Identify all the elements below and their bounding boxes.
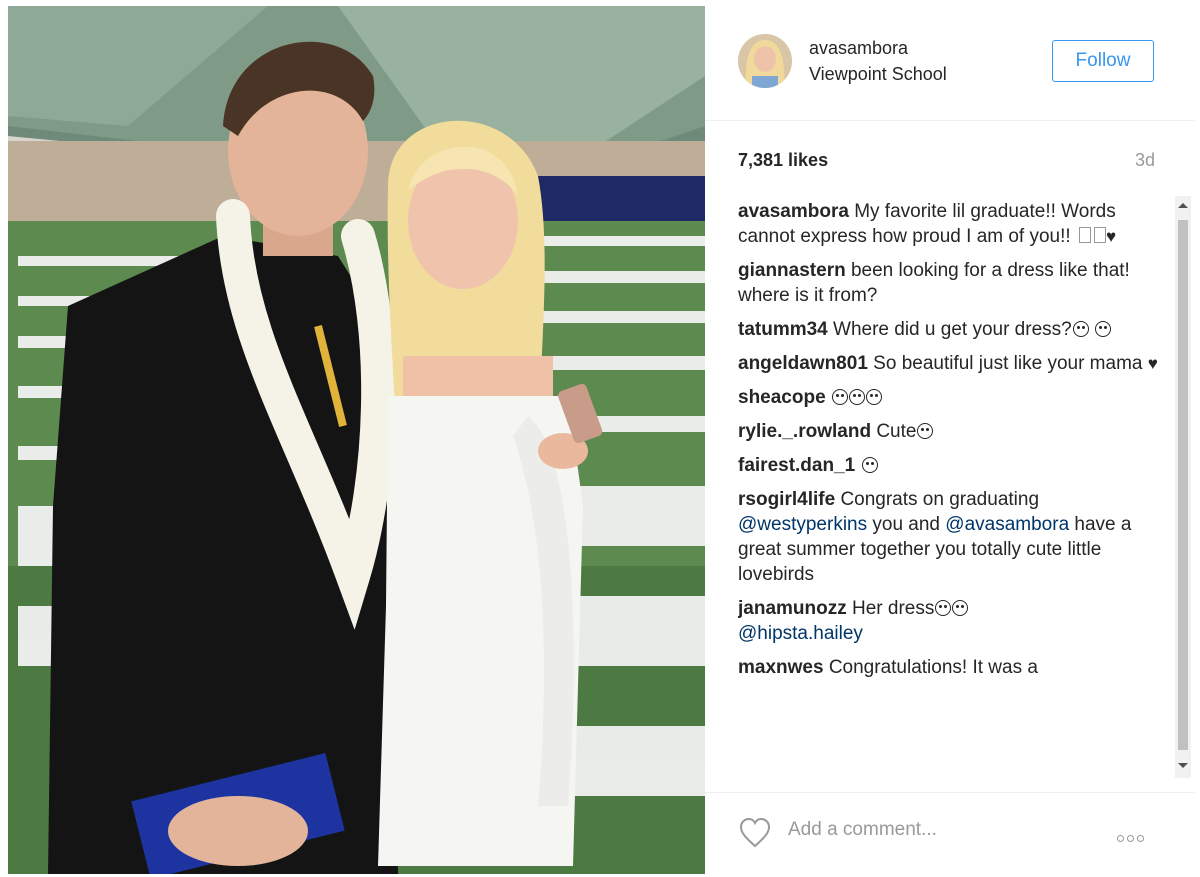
more-dot [1117,835,1124,842]
comment-username[interactable]: rylie._.rowland [738,421,871,442]
post-footer [705,792,1195,873]
heart-emoji-icon: ♥ [1105,227,1117,246]
smiley-emoji-icon [865,389,882,405]
comment-username[interactable]: tatumm34 [738,319,828,340]
comment-text: Cute [876,421,917,442]
post-username[interactable]: avasambora [809,38,908,59]
comment: avasambora My favorite lil graduate!! Wo… [738,199,1168,249]
photo-illustration [8,6,705,874]
mention-link[interactable]: @hipsta.hailey [738,623,863,644]
comment-text: Congrats on graduating [840,489,1040,510]
more-dot [1137,835,1144,842]
comment: fairest.dan_1 [738,453,1168,478]
comment: rsogirl4life Congrats on graduating @wes… [738,487,1168,587]
comment-username[interactable]: rsogirl4life [738,489,835,510]
comment-text: Her dress [852,598,935,619]
comment: janamunozz Her dress @hipsta.hailey [738,596,1168,646]
post-photo[interactable] [8,6,705,874]
more-dot [1127,835,1134,842]
comment-text: Where did u get your dress? [833,319,1072,340]
smiley-emoji-icon [1095,321,1111,337]
comment: giannastern been looking for a dress lik… [738,258,1168,308]
add-comment-input[interactable] [788,819,1088,841]
missing-emoji-icon [1078,227,1091,243]
comment: maxnwes Congratulations! It was a [738,655,1168,680]
post-age[interactable]: 3d [1135,150,1155,171]
comment-username[interactable]: fairest.dan_1 [738,455,855,476]
comment: rylie._.rowland Cute [738,419,1168,444]
comment: sheacope [738,385,1168,410]
follow-button[interactable]: Follow [1052,40,1154,82]
smiley-emoji-icon [848,389,865,405]
scroll-up-arrow-icon[interactable] [1178,203,1188,208]
comments-list: avasambora My favorite lil graduate!! Wo… [738,199,1168,779]
heart-emoji-icon: ♥ [1147,354,1158,373]
mention-link[interactable]: @westyperkins [738,514,867,535]
likes-count[interactable]: 7,381 likes [738,150,828,171]
comment-username[interactable]: avasambora [738,201,849,222]
comment-text: you and [872,514,941,535]
comment: tatumm34 Where did u get your dress? [738,317,1168,342]
comment-username[interactable]: maxnwes [738,657,824,678]
post-location[interactable]: Viewpoint School [809,64,947,85]
scrollbar-thumb[interactable] [1178,220,1188,750]
comment-text: So beautiful just like your mama [873,353,1143,374]
scroll-down-arrow-icon[interactable] [1178,763,1188,768]
smiley-emoji-icon [861,457,878,473]
more-options-icon[interactable] [1117,829,1153,842]
smiley-emoji-icon [831,389,848,405]
smiley-emoji-icon [1072,321,1089,337]
comment-username[interactable]: angeldawn801 [738,353,868,374]
comment-username[interactable]: sheacope [738,387,826,408]
comment-text: Congratulations! It was a [828,657,1038,678]
post-details-panel: avasambora Viewpoint School Follow 7,381… [705,6,1195,874]
heart-outline-icon[interactable] [738,817,772,849]
mention-link[interactable]: @avasambora [945,514,1069,535]
avatar-image [738,34,792,88]
comment-username[interactable]: giannastern [738,260,846,281]
smiley-emoji-icon [935,600,952,616]
avatar[interactable] [738,34,792,88]
post-header: avasambora Viewpoint School Follow [705,6,1195,121]
smiley-emoji-icon [952,600,969,616]
comment: angeldawn801 So beautiful just like your… [738,351,1168,376]
smiley-emoji-icon [917,423,934,439]
comment-username[interactable]: janamunozz [738,598,847,619]
missing-emoji-icon [1093,227,1106,243]
